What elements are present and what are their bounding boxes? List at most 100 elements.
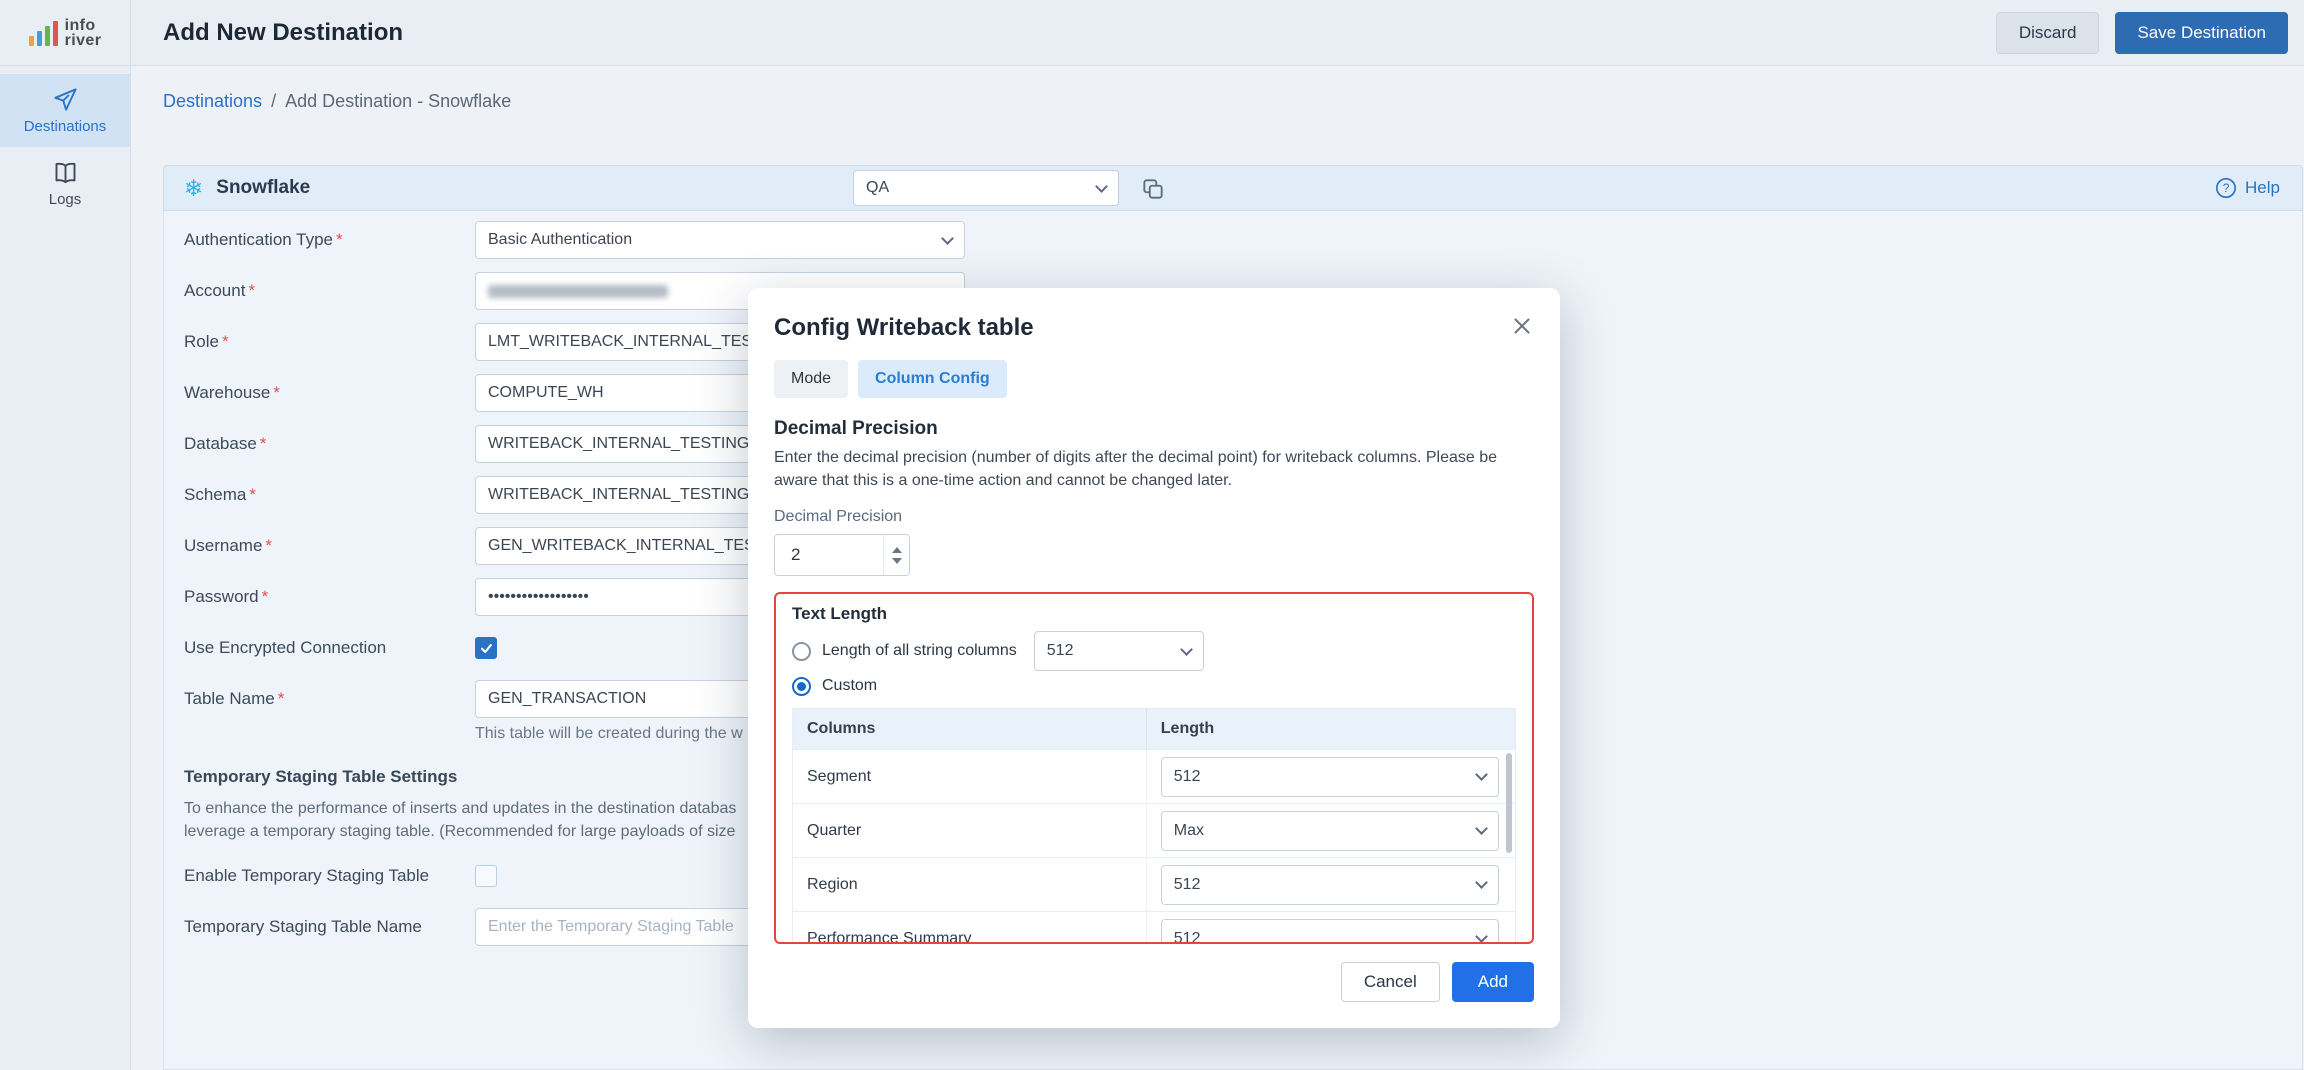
required-marker: * [248,281,255,300]
copy-button[interactable] [1140,176,1166,205]
all-string-columns-label: Length of all string columns [822,642,1017,660]
panel-header: ❄ Snowflake QA ? Help [163,165,2303,211]
all-string-columns-radio[interactable] [792,642,811,661]
chevron-down-icon [1095,180,1108,193]
required-marker: * [262,587,269,606]
required-marker: * [249,485,256,504]
authentication-type-value: Basic Authentication [488,231,632,249]
column-name: Region [793,858,1147,911]
sidebar-item-destinations[interactable]: Destinations [0,74,130,147]
account-redacted-value [488,285,668,298]
authentication-type-select[interactable]: Basic Authentication [475,221,965,259]
length-select-segment[interactable]: 512 [1161,757,1499,797]
custom-label: Custom [822,677,877,695]
option-custom: Custom [792,672,1516,700]
brand-name: info river [65,18,102,48]
question-circle-icon: ? [2215,177,2237,199]
help-label: Help [2245,178,2280,198]
length-select-region[interactable]: 512 [1161,865,1499,905]
field-label: Authentication Type* [184,230,475,250]
save-destination-button[interactable]: Save Destination [2115,12,2288,54]
breadcrumb-separator: / [271,91,276,112]
copy-icon [1140,176,1166,202]
discard-button[interactable]: Discard [1996,12,2100,54]
panel-title: Snowflake [216,177,310,199]
brand-line1: info [65,18,102,33]
close-icon [1510,314,1534,338]
decimal-precision-heading: Decimal Precision [774,418,1534,440]
decimal-precision-description: Enter the decimal precision (number of d… [774,446,1534,492]
sidebar: Destinations Logs [0,66,131,1070]
stepper-down-icon[interactable] [892,558,902,564]
stepper-up-icon[interactable] [892,547,902,553]
text-length-heading: Text Length [792,604,1516,624]
breadcrumb-root-link[interactable]: Destinations [163,91,262,112]
length-select-performance-summary[interactable]: 512 [1161,919,1499,945]
table-row: Performance Summary 512 [793,911,1515,944]
form-row-authentication-type: Authentication Type* Basic Authenticatio… [184,221,2302,259]
book-icon [52,159,79,186]
length-value: Max [1174,822,1204,840]
field-label: Database* [184,434,475,454]
length-select-quarter[interactable]: Max [1161,811,1499,851]
environment-select[interactable]: QA [853,170,1119,206]
tab-column-config[interactable]: Column Config [858,360,1007,398]
brand-logo: info river [0,0,131,65]
length-value: 512 [1174,930,1201,945]
length-value: 512 [1174,768,1201,786]
brand-line2: river [65,33,102,48]
decimal-precision-label: Decimal Precision [774,508,1534,526]
field-label: Username* [184,536,475,556]
decimal-precision-value: 2 [775,535,883,575]
table-header-row: Columns Length [793,709,1515,749]
required-marker: * [222,332,229,351]
field-label: Password* [184,587,475,607]
breadcrumb: Destinations / Add Destination - Snowfla… [131,66,2304,136]
custom-radio[interactable] [792,677,811,696]
enable-staging-checkbox[interactable] [475,865,497,887]
tab-mode[interactable]: Mode [774,360,848,398]
chevron-down-icon [941,232,954,245]
field-label: Schema* [184,485,475,505]
option-all-string-columns: Length of all string columns 512 [792,632,1516,670]
page-title: Add New Destination [163,19,403,47]
header-actions: Discard Save Destination [1996,12,2288,54]
field-label: Warehouse* [184,383,475,403]
encrypted-connection-checkbox[interactable] [475,637,497,659]
table-row: Segment 512 [793,749,1515,803]
column-name: Performance Summary [793,912,1147,944]
column-length-table: Columns Length Segment 512 Quarter Max [792,708,1516,944]
required-marker: * [265,536,272,555]
breadcrumb-current: Add Destination - Snowflake [285,91,511,112]
svg-text:?: ? [2223,181,2230,195]
add-button[interactable]: Add [1452,962,1534,1002]
sidebar-item-label: Logs [49,191,82,208]
sidebar-item-logs[interactable]: Logs [0,147,130,220]
all-string-columns-length-select[interactable]: 512 [1034,631,1204,671]
check-icon [479,641,494,656]
field-label: Account* [184,281,475,301]
cancel-button[interactable]: Cancel [1341,962,1440,1002]
required-marker: * [260,434,267,453]
column-name: Segment [793,750,1147,803]
stepper-buttons[interactable] [883,535,909,575]
required-marker: * [336,230,343,249]
modal-tabs: Mode Column Config [774,360,1534,398]
field-label: Role* [184,332,475,352]
field-label: Temporary Staging Table Name [184,917,475,937]
length-value: 512 [1174,876,1201,894]
column-name: Quarter [793,804,1147,857]
required-marker: * [278,689,285,708]
environment-value: QA [866,179,889,197]
help-link[interactable]: ? Help [2215,177,2280,199]
modal-close-button[interactable] [1508,312,1536,343]
decimal-precision-stepper[interactable]: 2 [774,534,910,576]
sidebar-item-label: Destinations [24,118,107,135]
columns-header: Columns [793,709,1147,749]
field-label: Table Name* [184,689,475,709]
paper-plane-icon [52,86,79,113]
length-header: Length [1147,709,1515,749]
chevron-down-icon [1475,822,1488,835]
modal-footer: Cancel Add [774,962,1534,1002]
table-scrollbar-thumb[interactable] [1506,753,1512,853]
